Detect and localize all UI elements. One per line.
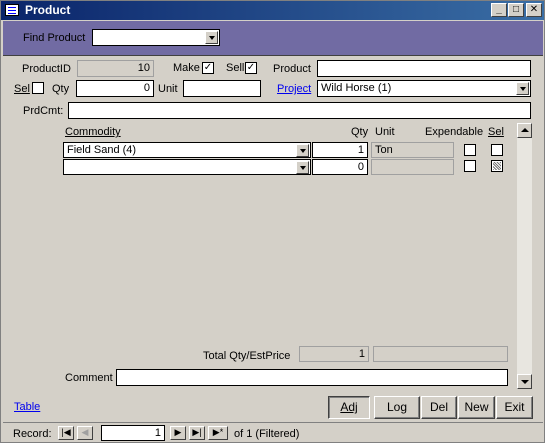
form-icon: [5, 4, 19, 16]
unit-label: Unit: [158, 83, 178, 95]
total-qty-price-label: Total Qty/EstPrice: [203, 350, 291, 362]
close-button[interactable]: ✕: [526, 3, 542, 17]
unit-cell-row-1: Ton: [371, 142, 454, 158]
prdcmt-label: PrdCmt:: [23, 105, 64, 117]
qty-cell-row-2[interactable]: 0: [312, 159, 368, 175]
commodity-combo-row-2[interactable]: [63, 159, 311, 175]
chevron-down-icon[interactable]: [296, 144, 309, 157]
minimize-button[interactable]: _: [491, 3, 507, 17]
next-record-icon[interactable]: ▶: [170, 426, 186, 440]
qty-header: Qty: [351, 126, 369, 138]
qty-label: Qty: [52, 83, 70, 95]
log-button[interactable]: Log: [374, 396, 420, 419]
chevron-down-icon[interactable]: [296, 161, 309, 174]
table-link[interactable]: Table: [14, 401, 40, 413]
total-qty-field: 1: [299, 346, 369, 362]
prdcmt-field[interactable]: [68, 102, 531, 119]
scroll-up-icon[interactable]: [517, 123, 532, 138]
sell-checkbox[interactable]: ✓: [245, 62, 257, 74]
product-label: Product: [273, 63, 311, 75]
sel-checkbox-row-2[interactable]: [491, 160, 503, 172]
sell-label: Sell: [226, 62, 245, 74]
productid-field: 10: [77, 60, 154, 77]
expendable-header: Expendable: [425, 126, 484, 138]
record-navigator: Record: |◀ ◀ 1 ▶ ▶| ▶* of 1 (Filtered): [3, 422, 543, 442]
product-field[interactable]: [317, 60, 531, 77]
comment-label: Comment: [65, 372, 113, 384]
current-record-field[interactable]: 1: [101, 425, 165, 441]
commodity-subform: Commodity Qty Unit Expendable Sel Field …: [14, 121, 532, 391]
make-label: Make: [173, 62, 200, 74]
record-label: Record:: [13, 428, 52, 440]
total-price-field: [373, 346, 508, 362]
previous-record-icon[interactable]: ◀: [77, 426, 93, 440]
chevron-down-icon[interactable]: [516, 82, 529, 95]
first-record-icon[interactable]: |◀: [58, 426, 74, 440]
unit-field[interactable]: [183, 80, 261, 97]
record-count: of 1 (Filtered): [234, 428, 300, 440]
sel-label: Sel: [14, 83, 30, 95]
expendable-checkbox-row-2[interactable]: [464, 160, 476, 172]
commodity-header: Commodity: [65, 126, 121, 138]
del-button[interactable]: Del: [421, 396, 457, 419]
comment-field[interactable]: [116, 369, 508, 386]
make-checkbox[interactable]: ✓: [202, 62, 214, 74]
find-product-label: Find Product: [23, 32, 86, 44]
productid-label: ProductID: [22, 63, 71, 75]
new-button[interactable]: New: [458, 396, 495, 419]
commodity-combo-row-1[interactable]: Field Sand (4): [63, 142, 311, 158]
sel-header: Sel: [488, 126, 504, 138]
product-window: Product _ □ ✕ Find Product ProductID 10 …: [0, 0, 545, 443]
project-link[interactable]: Project: [277, 83, 311, 95]
chevron-down-icon[interactable]: [205, 31, 218, 44]
qty-field[interactable]: 0: [76, 80, 154, 97]
project-combo[interactable]: Wild Horse (1): [317, 80, 531, 97]
scroll-down-icon[interactable]: [517, 374, 532, 389]
sel-checkbox[interactable]: [32, 82, 44, 94]
find-product-combo[interactable]: [92, 29, 220, 46]
qty-cell-row-1[interactable]: 1: [312, 142, 368, 158]
vertical-scrollbar[interactable]: [517, 123, 532, 389]
unit-header: Unit: [375, 126, 395, 138]
title-bar[interactable]: Product _ □ ✕: [1, 1, 544, 20]
new-record-icon[interactable]: ▶*: [208, 426, 228, 440]
unit-cell-row-2: [371, 159, 454, 175]
maximize-button[interactable]: □: [508, 3, 524, 17]
sel-checkbox-row-1[interactable]: [491, 144, 503, 156]
last-record-icon[interactable]: ▶|: [189, 426, 205, 440]
form-header: Find Product: [3, 21, 543, 56]
window-title: Product: [25, 3, 71, 17]
adj-button[interactable]: Adj: [328, 396, 370, 419]
exit-button[interactable]: Exit: [496, 396, 533, 419]
expendable-checkbox-row-1[interactable]: [464, 144, 476, 156]
